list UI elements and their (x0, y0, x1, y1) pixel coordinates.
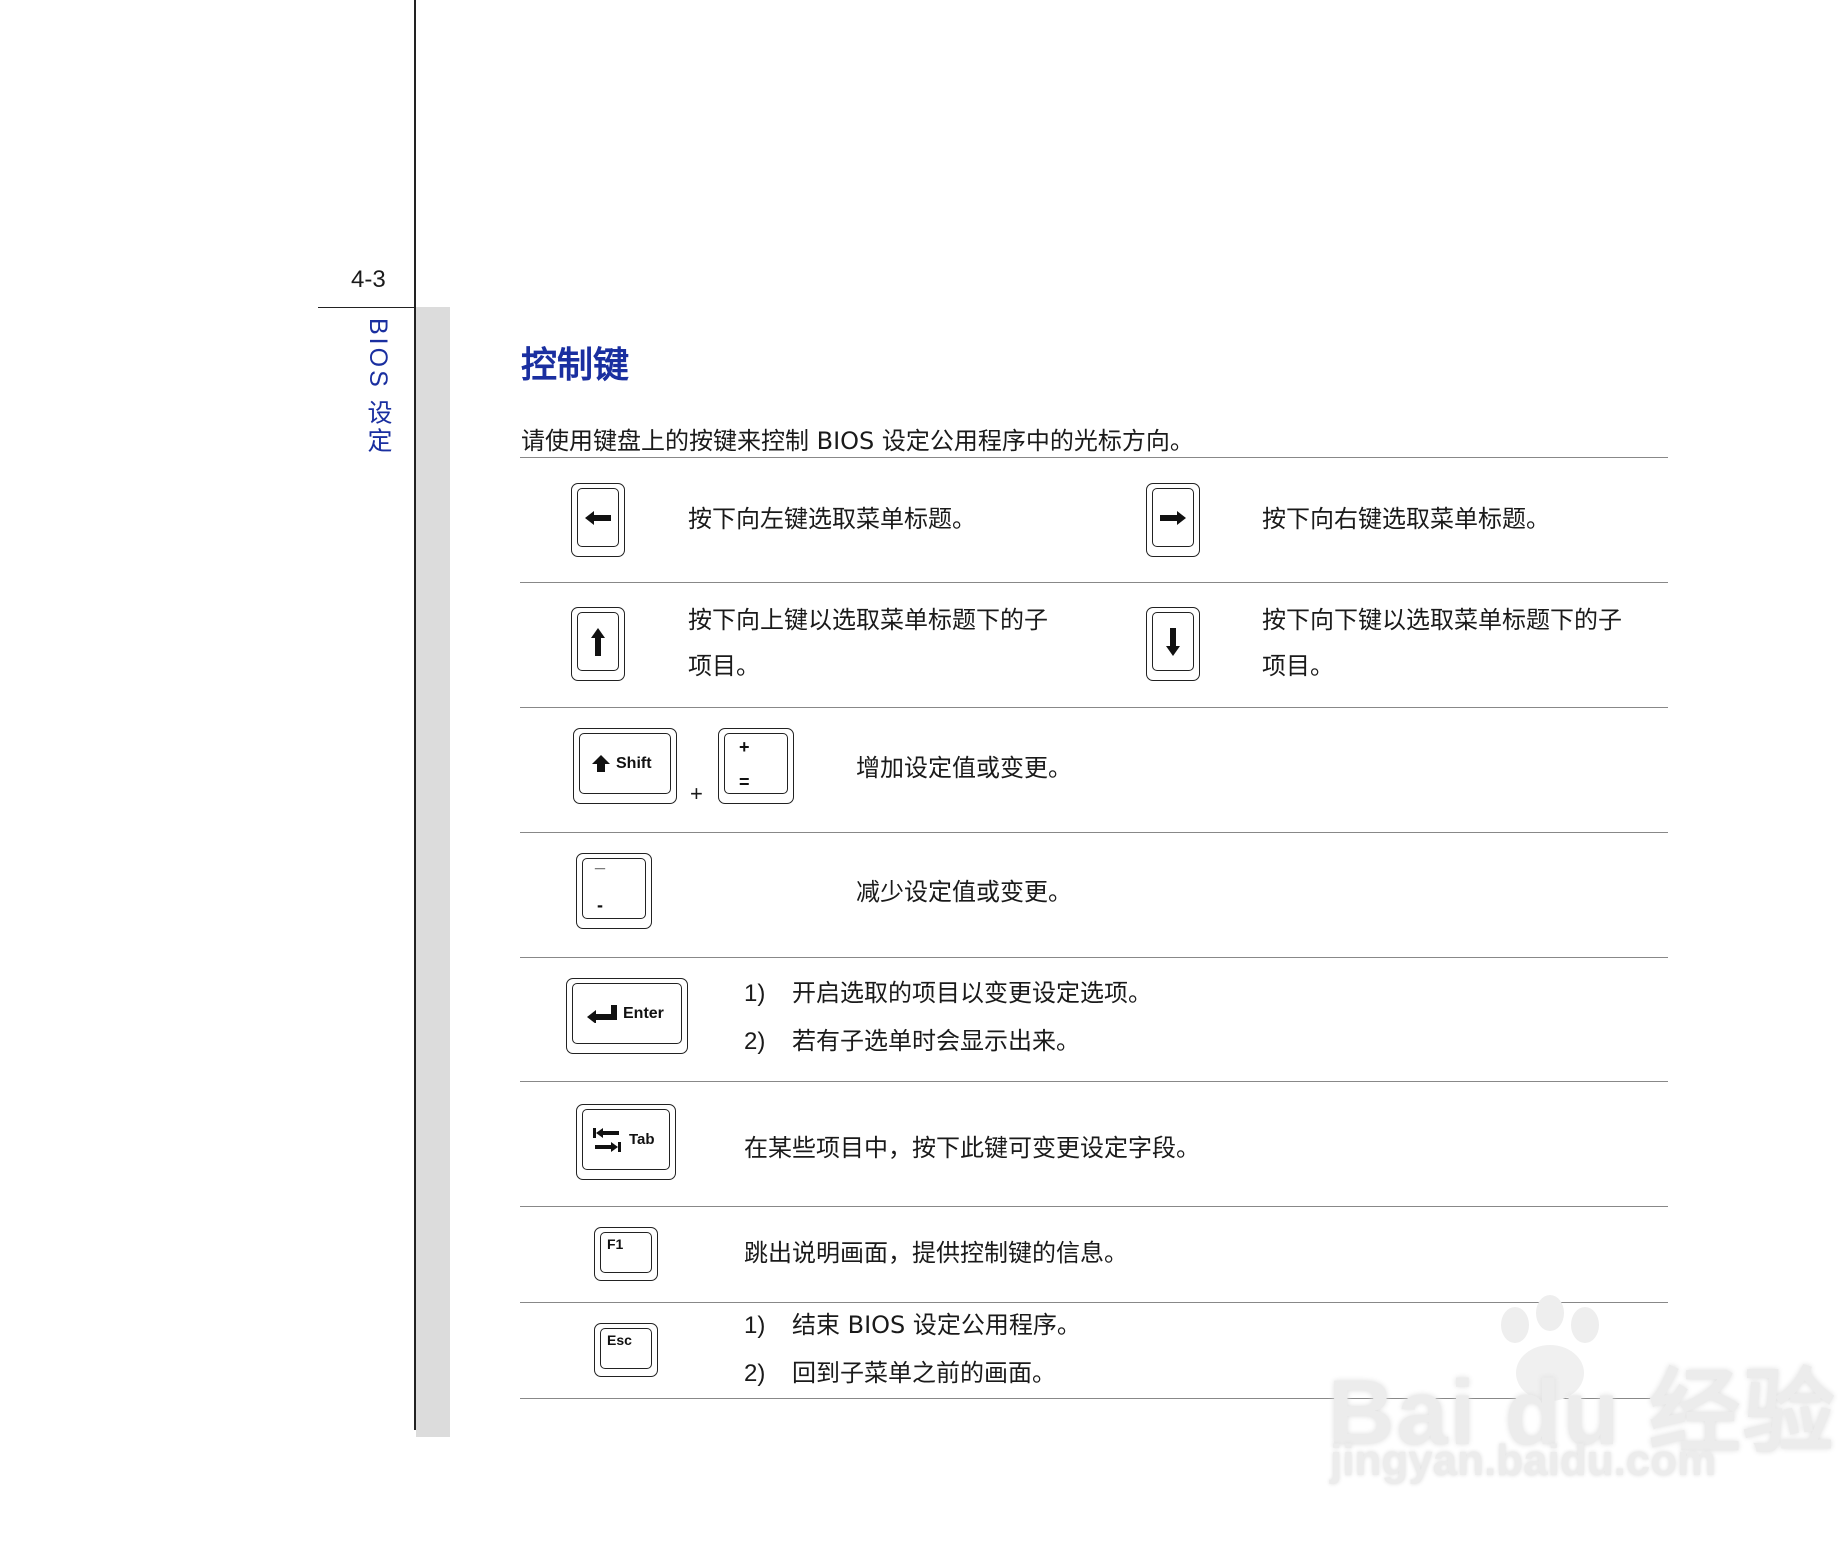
table-rule (520, 582, 1668, 583)
left-key-description: 按下向左键选取菜单标题。 (688, 505, 976, 533)
tab-key-face: Tab (582, 1109, 670, 1170)
list-number: 2) (744, 1028, 766, 1055)
tab-description: 在某些项目中，按下此键可变更设定字段。 (744, 1134, 1200, 1162)
list-number: 1) (744, 1312, 766, 1339)
table-rule (520, 1206, 1668, 1207)
minus-description: 减少设定值或变更。 (856, 878, 1072, 906)
table-rule (520, 457, 1668, 458)
table-rule (520, 832, 1668, 833)
plus-description: 增加设定值或变更。 (856, 754, 1072, 782)
list-text: 开启选取的项目以变更设定选项。 (792, 979, 1152, 1007)
shift-up-arrow-icon (592, 754, 610, 772)
shift-key: Shift (573, 728, 677, 804)
plus-key-bottom-label: = (739, 772, 750, 792)
page-number-rule (318, 307, 416, 308)
page-number: 4-3 (351, 266, 386, 293)
intro-text: 请使用键盘上的按键来控制 BIOS 设定公用程序中的光标方向。 (521, 427, 1194, 455)
enter-return-icon (587, 1004, 617, 1023)
right-arrow-icon (1160, 510, 1186, 525)
esc-description-line1: 1) 结束 BIOS 设定公用程序。 (744, 1302, 1081, 1349)
table-rule (520, 957, 1668, 958)
margin-grey-strip (416, 307, 450, 1437)
down-arrow-icon (1166, 627, 1180, 656)
plus-key-top-label: + (739, 737, 750, 757)
right-key-description: 按下向右键选取菜单标题。 (1262, 505, 1550, 533)
enter-key-face: Enter (572, 983, 682, 1044)
baidu-watermark-url: jingyan.baidu.com (1330, 1436, 1717, 1485)
minus-underscore-key: _ - (576, 851, 652, 929)
list-text: 若有子选单时会显示出来。 (792, 1027, 1080, 1055)
enter-key-label: Enter (623, 1004, 664, 1022)
f1-key: F1 (594, 1227, 658, 1281)
list-number: 2) (744, 1360, 766, 1387)
f1-description: 跳出说明画面，提供控制键的信息。 (744, 1239, 1128, 1267)
list-text: 结束 BIOS 设定公用程序。 (792, 1311, 1081, 1339)
up-key-description-line2: 项目。 (688, 652, 760, 680)
page-title: 控制键 (521, 345, 630, 386)
enter-description-line1: 1) 开启选取的项目以变更设定选项。 (744, 970, 1152, 1017)
section-label: BIOS 设定 (364, 318, 392, 456)
left-arrow-icon (585, 510, 611, 525)
enter-key: Enter (566, 978, 688, 1054)
tab-arrows-icon (593, 1127, 621, 1152)
minus-underscore-key-face: _ - (582, 851, 646, 919)
up-arrow-icon (591, 627, 605, 656)
tab-key: Tab (576, 1104, 676, 1180)
right-arrow-key (1146, 483, 1200, 557)
shift-key-label: Shift (616, 754, 652, 772)
up-arrow-key-face (577, 612, 619, 671)
esc-description-line2: 2) 回到子菜单之前的画面。 (744, 1350, 1056, 1397)
list-number: 1) (744, 980, 766, 1007)
down-arrow-key-face (1152, 612, 1194, 671)
esc-key-label: Esc (607, 1332, 632, 1348)
key-combination-plus: + (690, 781, 703, 806)
table-rule (520, 707, 1668, 708)
left-arrow-key (571, 483, 625, 557)
tab-key-label: Tab (629, 1131, 655, 1148)
esc-key-face: Esc (600, 1328, 652, 1369)
right-arrow-key-face (1152, 488, 1194, 547)
up-arrow-key (571, 607, 625, 681)
enter-description-line2: 2) 若有子选单时会显示出来。 (744, 1018, 1080, 1065)
down-arrow-key (1146, 607, 1200, 681)
table-rule (520, 1081, 1668, 1082)
down-key-description-line2: 项目。 (1262, 652, 1334, 680)
f1-key-label: F1 (607, 1236, 624, 1252)
minus-key-bottom-label: - (597, 895, 603, 915)
esc-key: Esc (594, 1323, 658, 1377)
down-key-description-line1: 按下向下键以选取菜单标题下的子 (1262, 606, 1622, 634)
plus-equal-key-face: + = (724, 733, 788, 794)
f1-key-face: F1 (600, 1232, 652, 1273)
up-key-description-line1: 按下向上键以选取菜单标题下的子 (688, 606, 1048, 634)
minus-key-top-label: _ (595, 851, 606, 871)
plus-equal-key: + = (718, 728, 794, 804)
list-text: 回到子菜单之前的画面。 (792, 1359, 1056, 1387)
shift-key-face: Shift (579, 733, 671, 794)
left-arrow-key-face (577, 488, 619, 547)
